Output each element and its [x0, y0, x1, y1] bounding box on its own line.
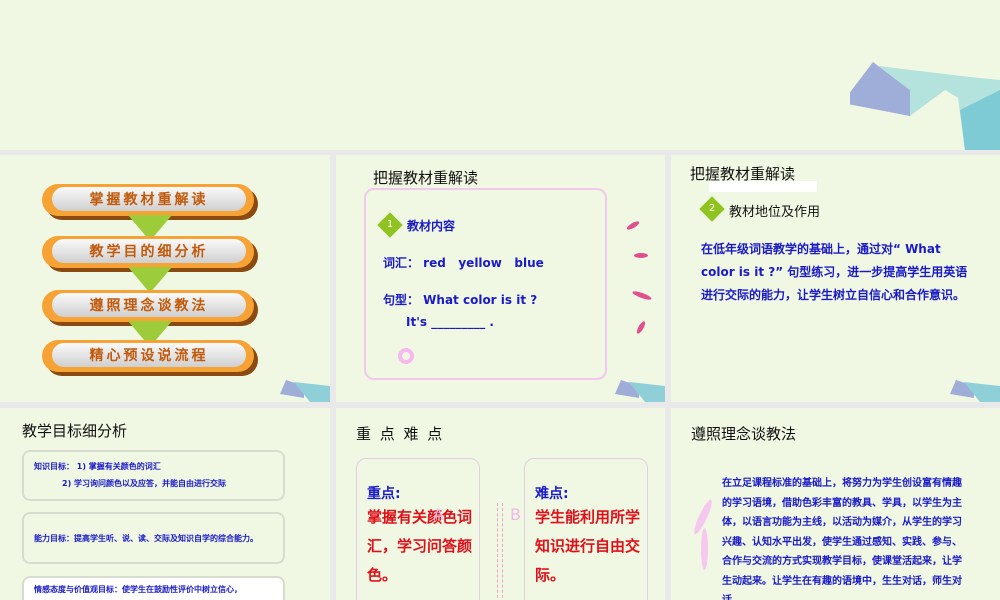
sentence-line: 句型： What color is it ? — [383, 293, 538, 307]
menu-item-2[interactable]: 教学目的细分析 — [42, 236, 254, 268]
ability-goal: 能力目标：提高学生听、说、读、交际及知识自学的综合能力。 — [22, 512, 285, 564]
slide-6[interactable]: 重 点 难 点 重点: 掌握有关颜色词汇，学习问答颜色。 A B 难点: 学生能… — [336, 408, 665, 600]
attitude-goal: 情感态度与价值观目标：使学生在鼓励性评价中树立信心， — [22, 576, 285, 600]
petal-icon — [625, 219, 641, 232]
key-point-card: 重点: 掌握有关颜色词汇，学习问答颜色。 — [356, 458, 480, 600]
slide-7[interactable]: 遵照理念谈教法 在立足课程标准的基础上，将努力为学生创设富有情趣的学习语境，借助… — [671, 408, 1000, 600]
menu-item-4[interactable]: 精心预设说流程 — [42, 340, 254, 372]
petal-icon — [635, 320, 647, 335]
body-text: 在立足课程标准的基础上，将努力为学生创设富有情趣的学习语境，借助色彩丰富的教具、… — [722, 478, 962, 600]
section-heading: 教材内容 — [407, 219, 456, 233]
polygon-decoration — [950, 380, 1000, 402]
menu-item-1[interactable]: 掌握教材重解读 — [42, 184, 254, 216]
menu-item-3[interactable]: 遵照理念谈教法 — [42, 290, 254, 322]
polygon-decoration — [615, 380, 665, 402]
divider — [497, 503, 503, 600]
flower-decoration — [701, 528, 708, 570]
answer-line: It's _________ . — [406, 315, 494, 329]
knowledge-goal: 知识目标： 1) 掌握有关颜色的词汇 2) 学习询问颜色以及应答，并能自由进行交际 — [22, 450, 285, 501]
difficulty-card: 难点: 学生能利用所学知识进行自由交际。 — [524, 458, 648, 600]
section-heading: 教材地位及作用 — [729, 205, 821, 220]
circles-icon — [398, 348, 414, 364]
slide-title: 把握教材重解读 — [373, 169, 479, 187]
petal-icon — [634, 253, 648, 258]
label-b: B — [510, 505, 521, 524]
polygon-decoration — [850, 62, 1000, 150]
slide-2[interactable]: 掌握教材重解读 教学目的细分析 遵照理念谈教法 精心预设说流程 — [0, 155, 330, 402]
slide-title: 重 点 难 点 — [356, 425, 445, 443]
slide-1[interactable] — [0, 0, 1000, 150]
number-badge: 1 — [377, 212, 403, 238]
label-a: A — [433, 505, 444, 524]
slide-3[interactable]: 把握教材重解读 1 教材内容 词汇： red yellow blue 句型： W… — [336, 155, 665, 402]
number-badge: 2 — [699, 196, 725, 222]
vocab-line: 词汇： red yellow blue — [383, 256, 544, 270]
slide-title: 遵照理念谈教法 — [691, 425, 797, 443]
petal-icon — [631, 289, 653, 302]
slide-title: 教学目标细分析 — [22, 422, 128, 440]
polygon-decoration — [280, 380, 330, 402]
white-bar — [709, 181, 817, 192]
body-text: 在低年级词语教学的基础上，通过对“ What color is it ?” 句型… — [701, 242, 968, 302]
slide-4[interactable]: 把握教材重解读 2 教材地位及作用 在低年级词语教学的基础上，通过对“ What… — [671, 155, 1000, 402]
slide-5[interactable]: 教学目标细分析 知识目标： 1) 掌握有关颜色的词汇 2) 学习询问颜色以及应答，… — [0, 408, 330, 600]
